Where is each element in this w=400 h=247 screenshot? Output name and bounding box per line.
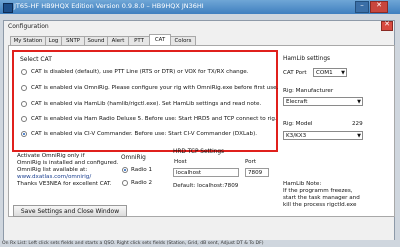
rig-manufacturer-label: Rig: Manufacturer xyxy=(283,88,334,94)
cat-hrd-radio[interactable] xyxy=(21,116,27,122)
save-settings-button[interactable]: Save Settings and Close Window xyxy=(13,205,127,217)
radio-1-label: Radio 1 xyxy=(131,167,153,173)
close-icon: ✕ xyxy=(384,20,390,28)
cat-port-select[interactable]: COM1 ▼ xyxy=(313,68,347,77)
omnirig-info-line-5: Thanks VE3NEA for excellent CAT. xyxy=(17,181,112,187)
cat-disabled-radio[interactable] xyxy=(21,69,27,75)
cat-hrd-label: CAT is enabled via Ham Radio Deluxe 5. B… xyxy=(31,116,277,122)
omnirig-link[interactable]: www.dxatlas.com/omnirig/ xyxy=(17,174,91,180)
chevron-down-icon: ▼ xyxy=(341,70,345,76)
omnirig-info-line-2: OmniRig is installed and configured. xyxy=(17,160,119,166)
hrd-port-value: 7809 xyxy=(248,170,263,176)
window-close-button[interactable]: ✕ xyxy=(370,1,388,13)
cat-port-value: COM1 xyxy=(316,70,333,76)
radio-2-label: Radio 2 xyxy=(131,180,153,186)
window-title: JT65-HF HB9HQX Edition Version 0.9.8.0 –… xyxy=(14,2,204,10)
cat-omnirig-label: CAT is enabled via OmniRig. Please confi… xyxy=(31,85,279,91)
rig-model-number: 229 xyxy=(352,121,363,127)
rig-manufacturer-value: Elecraft xyxy=(286,99,308,105)
select-cat-title: Select CAT xyxy=(20,56,52,63)
cat-hamlib-label: CAT is enabled via HamLib (hamlib/rigctl… xyxy=(31,101,262,107)
dialog-close-button[interactable]: ✕ xyxy=(381,20,393,31)
hamlib-note-line-1: HamLib Note: xyxy=(283,181,322,187)
radio-1-radio[interactable] xyxy=(122,167,128,173)
hrd-port-label: Port xyxy=(245,159,257,165)
dialog-title: Configuration xyxy=(8,23,49,30)
cat-hamlib-radio[interactable] xyxy=(21,101,27,107)
hamlib-note-line-3: start the task manager and xyxy=(283,195,360,201)
hamlib-note-line-2: If the programm freezes, xyxy=(283,188,353,194)
cat-civ-radio[interactable] xyxy=(21,131,27,137)
minimize-button[interactable]: – xyxy=(355,1,369,13)
radio-2-radio[interactable] xyxy=(122,180,128,186)
cat-omnirig-radio[interactable] xyxy=(21,85,27,91)
rig-model-label: Rig: Model xyxy=(283,121,313,127)
hamlib-settings-title: HamLib settings xyxy=(283,56,331,62)
status-bar-text: On Rx List: Left click sets fields and s… xyxy=(2,241,264,246)
hrd-host-input[interactable]: localhost xyxy=(173,168,239,177)
app-icon xyxy=(3,3,13,13)
omnirig-info-line-1: Activate OmniRig only if xyxy=(17,153,85,159)
omnirig-group-title: OmniRig xyxy=(121,155,146,161)
hrd-settings-title: HRD TCP Settings xyxy=(173,149,225,155)
omnirig-info-line-3: OmniRig list available at: xyxy=(17,167,88,173)
rig-model-value: K3/KX3 xyxy=(286,133,307,139)
hrd-host-label: Host xyxy=(174,159,187,165)
hamlib-note-line-4: kill the process rigctld.exe xyxy=(283,202,357,208)
cat-civ-label: CAT is enabled via CI-V Commander. Befor… xyxy=(31,131,258,137)
rig-manufacturer-select[interactable]: Elecraft ▼ xyxy=(283,97,363,106)
hrd-port-input[interactable]: 7809 xyxy=(245,168,269,177)
chevron-down-icon: ▼ xyxy=(357,133,361,139)
minimize-icon: – xyxy=(360,1,364,9)
chevron-down-icon: ▼ xyxy=(357,99,361,105)
hrd-host-value: localhost xyxy=(176,170,202,176)
cat-disabled-label: CAT is disabled (default), use PTT Line … xyxy=(31,69,249,75)
close-icon: ✕ xyxy=(376,1,382,9)
rig-model-select[interactable]: K3/KX3 ▼ xyxy=(283,131,363,140)
hrd-default-text: Default: localhost:7809 xyxy=(173,183,239,189)
cat-port-label: CAT Port xyxy=(283,70,307,76)
